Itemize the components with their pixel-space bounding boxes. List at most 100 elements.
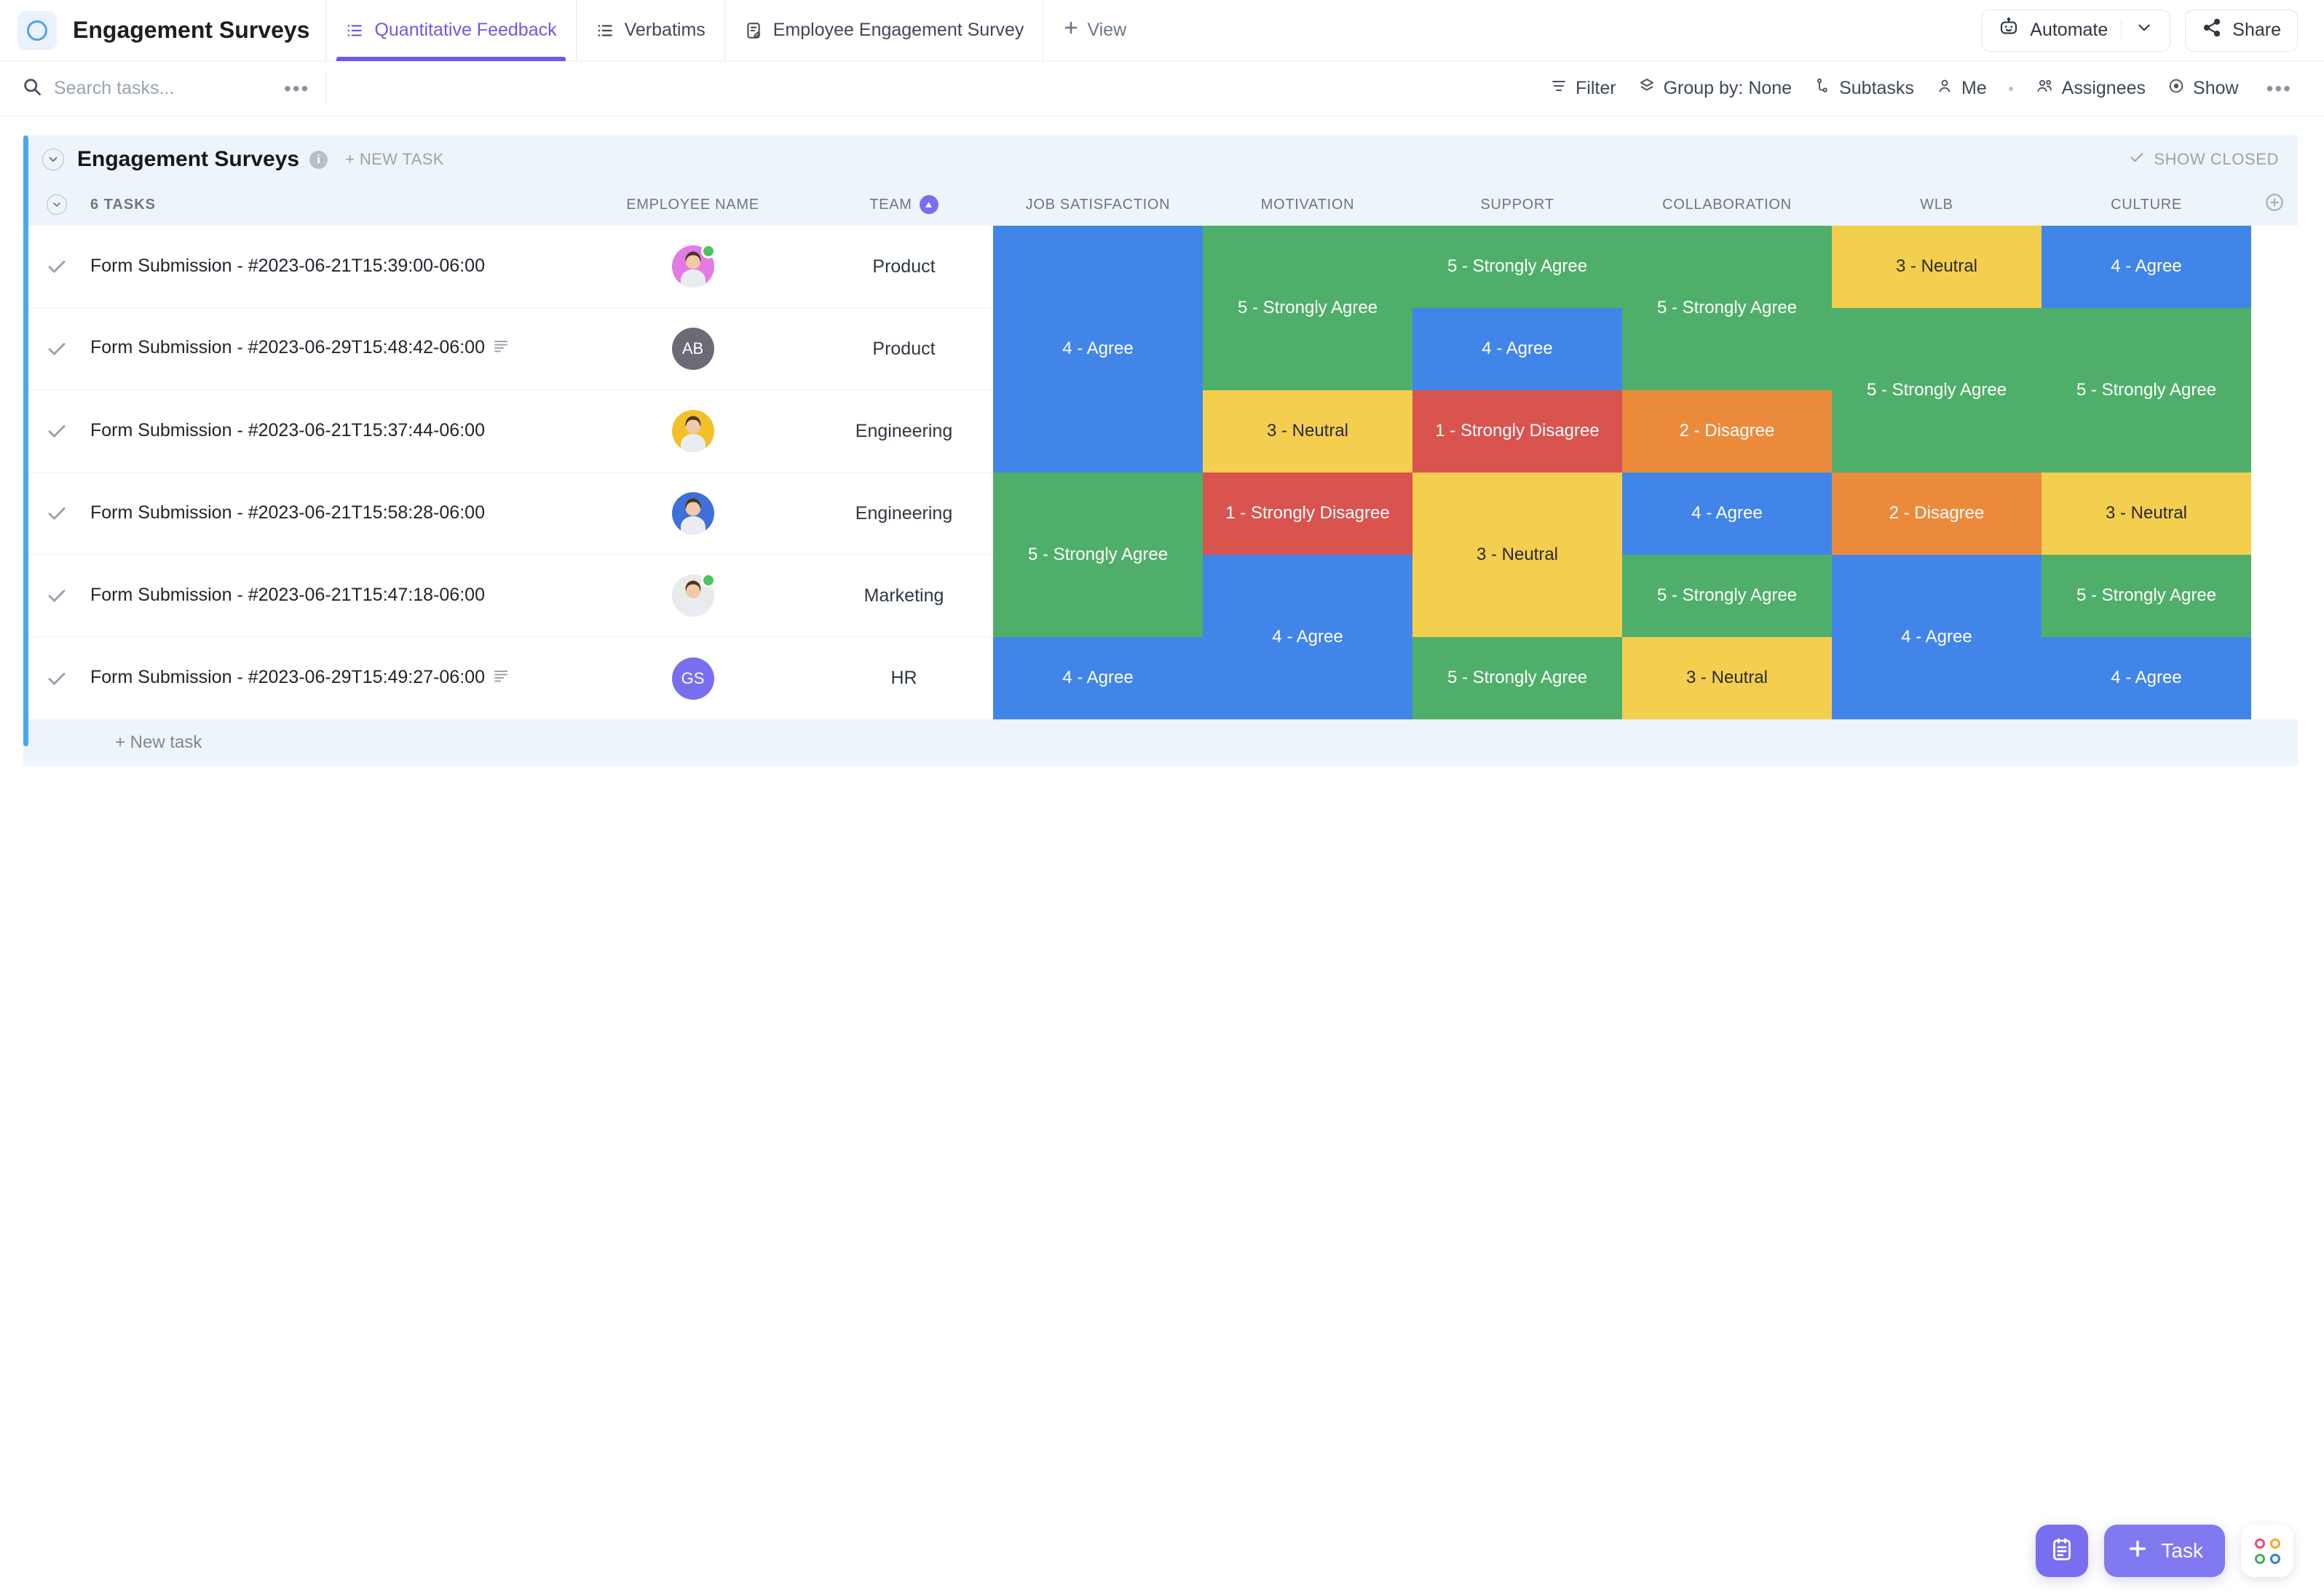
me-button[interactable]: Me (1936, 77, 1987, 100)
rating-cell[interactable]: 5 - Strongly Agree (1203, 226, 1412, 390)
rating-cell[interactable]: 5 - Strongly Agree (2042, 308, 2251, 473)
share-button[interactable]: Share (2185, 9, 2298, 52)
task-name-cell[interactable]: Form Submission - #2023-06-29T15:48:42-0… (90, 308, 571, 390)
rating-cell[interactable]: 4 - Agree (1622, 473, 1832, 555)
rating-cell[interactable]: 5 - Strongly Agree (1412, 226, 1622, 308)
task-status-check[interactable] (23, 473, 90, 554)
team-cell[interactable]: Product (815, 226, 993, 307)
column-header-wlb[interactable]: WLB (1832, 183, 2042, 226)
workspace-logo[interactable] (17, 10, 57, 50)
task-name-cell[interactable]: Form Submission - #2023-06-21T15:37:44-0… (90, 390, 571, 472)
column-header-employee-name[interactable]: EMPLOYEE NAME (571, 183, 815, 226)
rating-cell[interactable]: 2 - Disagree (1832, 473, 2042, 555)
automate-button[interactable]: Automate (1981, 9, 2171, 52)
rating-cell[interactable]: 5 - Strongly Agree (1622, 555, 1832, 637)
team-cell[interactable]: Engineering (815, 473, 993, 554)
tab-quantitative-feedback[interactable]: Quantitative Feedback (325, 0, 575, 61)
rating-cell[interactable]: 4 - Agree (993, 637, 1203, 719)
rating-cell[interactable]: 3 - Neutral (1412, 473, 1622, 637)
employee-name-cell[interactable]: AB (571, 308, 815, 390)
table-row[interactable]: Form Submission - #2023-06-21T15:39:00-0… (23, 226, 993, 308)
toolbar-overflow-button[interactable]: ••• (2261, 78, 2298, 99)
employee-name-cell[interactable] (571, 226, 815, 307)
table-row[interactable]: Form Submission - #2023-06-29T15:49:27-0… (23, 637, 993, 719)
rating-cell[interactable]: 4 - Agree (993, 226, 1203, 473)
team-cell[interactable]: Marketing (815, 555, 993, 636)
employee-name-cell[interactable] (571, 390, 815, 472)
team-cell[interactable]: Product (815, 308, 993, 390)
show-button[interactable]: Show (2167, 77, 2239, 100)
employee-name-cell[interactable] (571, 555, 815, 636)
show-closed-button[interactable]: SHOW CLOSED (2129, 149, 2279, 170)
table-row[interactable]: Form Submission - #2023-06-29T15:48:42-0… (23, 308, 993, 390)
group-by-button[interactable]: Group by: None (1638, 77, 1792, 100)
avatar[interactable] (671, 492, 714, 534)
tab-employee-engagement-survey[interactable]: Employee Engagement Survey (724, 0, 1043, 61)
rating-cell[interactable]: 5 - Strongly Agree (2042, 555, 2251, 637)
rating-cell[interactable]: 3 - Neutral (2042, 473, 2251, 555)
task-name-cell[interactable]: Form Submission - #2023-06-21T15:58:28-0… (90, 473, 571, 554)
rating-cell[interactable]: 1 - Strongly Disagree (1412, 390, 1622, 473)
search-input[interactable] (54, 78, 221, 99)
avatar[interactable] (671, 410, 714, 452)
task-name-cell[interactable]: Form Submission - #2023-06-21T15:39:00-0… (90, 226, 571, 307)
table-row[interactable]: Form Submission - #2023-06-21T15:58:28-0… (23, 473, 993, 555)
rating-cell[interactable]: 5 - Strongly Agree (993, 473, 1203, 637)
tab-verbatims[interactable]: Verbatims (575, 0, 724, 61)
column-header-motivation[interactable]: MOTIVATION (1203, 183, 1412, 226)
rating-cell[interactable]: 3 - Neutral (1832, 226, 2042, 308)
rating-cell[interactable]: 4 - Agree (1203, 555, 1412, 719)
search-box[interactable] (22, 76, 278, 100)
search-more-button[interactable]: ••• (278, 78, 315, 99)
rating-cell[interactable]: 1 - Strongly Disagree (1203, 473, 1412, 555)
column-header-culture[interactable]: CULTURE (2042, 183, 2251, 226)
table-row[interactable]: Form Submission - #2023-06-21T15:37:44-0… (23, 390, 993, 473)
info-icon[interactable]: i (309, 150, 328, 169)
column-header-collaboration[interactable]: COLLABORATION (1622, 183, 1832, 226)
add-column-button[interactable] (2251, 183, 2298, 226)
assignees-button[interactable]: Assignees (2035, 77, 2146, 100)
rating-cell[interactable]: 5 - Strongly Agree (1412, 637, 1622, 719)
rating-cell[interactable]: 2 - Disagree (1622, 390, 1832, 473)
team-cell[interactable]: Engineering (815, 390, 993, 472)
collapse-tasks-button[interactable] (23, 194, 90, 215)
rating-cell[interactable]: 3 - Neutral (1622, 637, 1832, 719)
task-status-check[interactable] (23, 226, 90, 307)
task-status-check[interactable] (23, 390, 90, 472)
subtasks-button[interactable]: Subtasks (1814, 77, 1914, 100)
footer-new-task-button[interactable]: + New task (23, 719, 2298, 766)
task-name-cell[interactable]: Form Submission - #2023-06-21T15:47:18-0… (90, 555, 571, 636)
column-header-support[interactable]: SUPPORT (1412, 183, 1622, 226)
column-header-job-satisfaction[interactable]: JOB SATISFACTION (993, 183, 1203, 226)
avatar[interactable]: AB (671, 328, 714, 370)
column-header-team[interactable]: TEAM (815, 183, 993, 226)
task-name: Form Submission - #2023-06-21T15:47:18-0… (90, 585, 485, 606)
add-view-label: View (1087, 20, 1127, 40)
collapse-group-button[interactable] (42, 149, 64, 170)
team-cell[interactable]: HR (815, 637, 993, 719)
rating-cell[interactable]: 4 - Agree (1832, 555, 2042, 719)
rating-cell[interactable]: 4 - Agree (2042, 226, 2251, 308)
task-status-check[interactable] (23, 637, 90, 719)
task-name-cell[interactable]: Form Submission - #2023-06-29T15:49:27-0… (90, 637, 571, 719)
avatar[interactable]: GS (671, 657, 714, 700)
rating-cell[interactable]: 5 - Strongly Agree (1832, 308, 2042, 473)
avatar[interactable] (671, 244, 716, 288)
rating-cell[interactable]: 4 - Agree (1412, 308, 1622, 390)
task-status-check[interactable] (23, 308, 90, 390)
rating-cell[interactable]: 3 - Neutral (1203, 390, 1412, 473)
chevron-down-icon[interactable] (2135, 18, 2154, 42)
employee-name-cell[interactable] (571, 473, 815, 554)
task-status-check[interactable] (23, 555, 90, 636)
filter-button[interactable]: Filter (1550, 77, 1616, 100)
new-doc-button[interactable] (2036, 1525, 2089, 1577)
rating-cell[interactable]: 4 - Agree (2042, 637, 2251, 719)
rating-cell[interactable]: 5 - Strongly Agree (1622, 226, 1832, 390)
table-row[interactable]: Form Submission - #2023-06-21T15:47:18-0… (23, 555, 993, 637)
new-task-button[interactable]: + NEW TASK (345, 150, 444, 169)
add-view-button[interactable]: View (1043, 0, 1145, 61)
avatar[interactable] (671, 573, 716, 617)
apps-button[interactable] (2241, 1525, 2293, 1577)
new-task-fab[interactable]: Task (2104, 1525, 2225, 1577)
employee-name-cell[interactable]: GS (571, 637, 815, 719)
